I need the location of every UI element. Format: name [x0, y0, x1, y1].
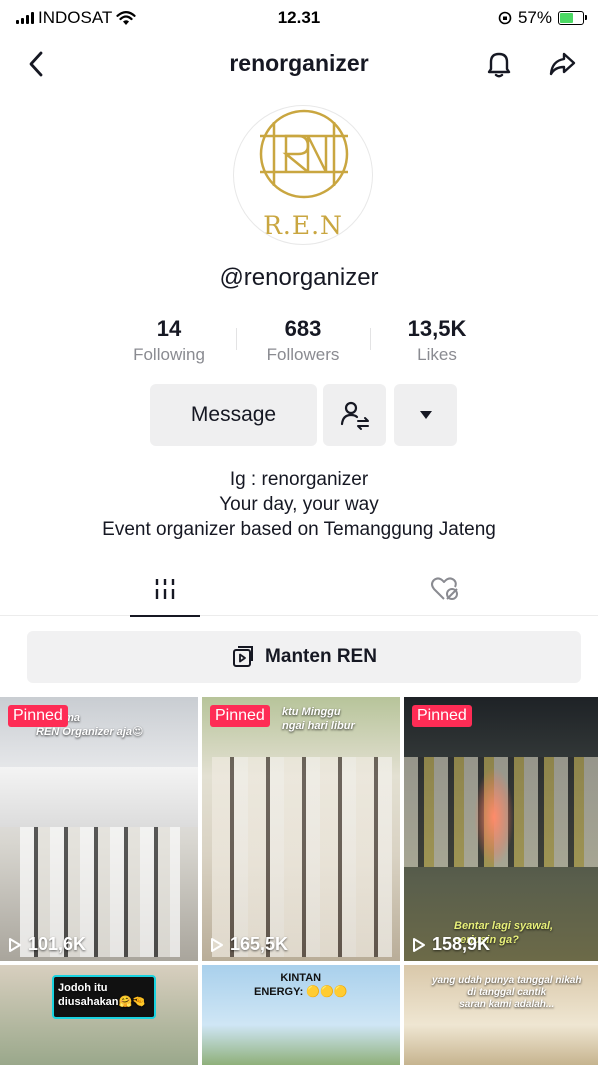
video-tile[interactable]: ktu Minggu ngai hari libur Pinned 165,5K	[202, 697, 400, 961]
view-count-text: 101,6K	[28, 934, 87, 954]
video-tile[interactable]: Jodoh itu diusahakan🤗🤏	[0, 965, 198, 1065]
signal-icon	[16, 12, 34, 24]
play-icon	[413, 937, 425, 952]
stat-following[interactable]: 14 Following	[94, 316, 244, 365]
play-icon	[211, 937, 223, 952]
bio-line: Your day, your way	[219, 494, 379, 515]
battery-fill	[560, 13, 573, 23]
playlist-label: Manten REN	[265, 646, 377, 667]
stat-value: 683	[284, 316, 322, 341]
username: @renorganizer	[219, 264, 379, 291]
tab-liked[interactable]	[295, 562, 594, 616]
profile-actions: Message	[0, 384, 598, 446]
tab-videos[interactable]	[15, 562, 314, 617]
view-count: 158,9K	[412, 934, 490, 955]
stat-label: Followers	[266, 345, 340, 364]
play-icon	[9, 937, 21, 952]
message-button[interactable]: Message	[150, 384, 317, 446]
stat-value: 14	[156, 316, 182, 341]
nav-bar: renorganizer	[0, 36, 598, 92]
video-caption: yang udah punya tanggal nikah di tanggal…	[432, 975, 582, 1010]
grid-icon	[155, 579, 174, 599]
share-button[interactable]	[544, 46, 580, 82]
video-tile[interactable]: KINTAN ENERGY: 🟡🟡🟡	[202, 965, 400, 1065]
video-caption: ktu Minggu ngai hari libur	[282, 706, 355, 732]
wifi-icon	[116, 10, 136, 25]
video-tile[interactable]: yang udah punya tanggal nikah di tanggal…	[404, 965, 598, 1065]
pinned-badge: Pinned	[8, 705, 68, 727]
video-caption: KINTAN ENERGY: 🟡🟡🟡	[254, 972, 348, 998]
status-bar: INDOSAT 12.31 57%	[0, 0, 598, 36]
profile-stats: 14 Following 683 Followers 13,5K Likes	[0, 316, 598, 368]
battery-percent: 57%	[517, 8, 552, 27]
pinned-badge: Pinned	[412, 705, 472, 727]
carrier-name: INDOSAT	[38, 8, 113, 27]
user-swap-icon	[340, 401, 369, 430]
profile-tabs	[0, 562, 598, 617]
tab-active-indicator	[130, 615, 200, 617]
caret-down-icon	[419, 411, 432, 419]
stat-value: 13,5K	[407, 316, 467, 341]
view-count: 165,5K	[210, 934, 288, 955]
playlist-button[interactable]: Manten REN	[27, 631, 581, 683]
video-caption: Jodoh itu diusahakan🤗🤏	[58, 982, 146, 1008]
share-arrow-icon	[549, 52, 576, 76]
view-count: 101,6K	[8, 934, 86, 955]
playlist-icon	[233, 646, 254, 667]
battery-icon	[558, 11, 587, 25]
avatar-text: R.E.N	[263, 211, 343, 240]
follow-back-button[interactable]	[323, 384, 386, 446]
video-tile[interactable]: Bentar lagi syawal, seriusin ga? Pinned …	[404, 697, 598, 961]
liked-hidden-icon	[430, 577, 458, 600]
stat-label: Likes	[417, 345, 457, 364]
notifications-button[interactable]	[481, 46, 517, 82]
stat-followers[interactable]: 683 Followers	[228, 316, 378, 365]
bell-icon	[487, 52, 511, 78]
stat-likes[interactable]: 13,5K Likes	[362, 316, 512, 365]
more-options-button[interactable]	[394, 384, 457, 446]
bio-line: Event organizer based on Temanggung Jate…	[102, 519, 496, 540]
view-count-text: 158,9K	[432, 934, 491, 954]
profile-bio: Ig : renorganizer Your day, your way Eve…	[0, 467, 598, 542]
avatar[interactable]: R.E.N	[233, 105, 373, 245]
bio-line: Ig : renorganizer	[229, 469, 369, 490]
view-count-text: 165,5K	[230, 934, 289, 954]
orientation-lock-icon	[498, 11, 512, 25]
video-tile[interactable]: uk sama REN Organizer aja😍 Pinned 101,6K	[0, 697, 198, 961]
stat-label: Following	[133, 345, 205, 364]
pinned-badge: Pinned	[210, 705, 270, 727]
